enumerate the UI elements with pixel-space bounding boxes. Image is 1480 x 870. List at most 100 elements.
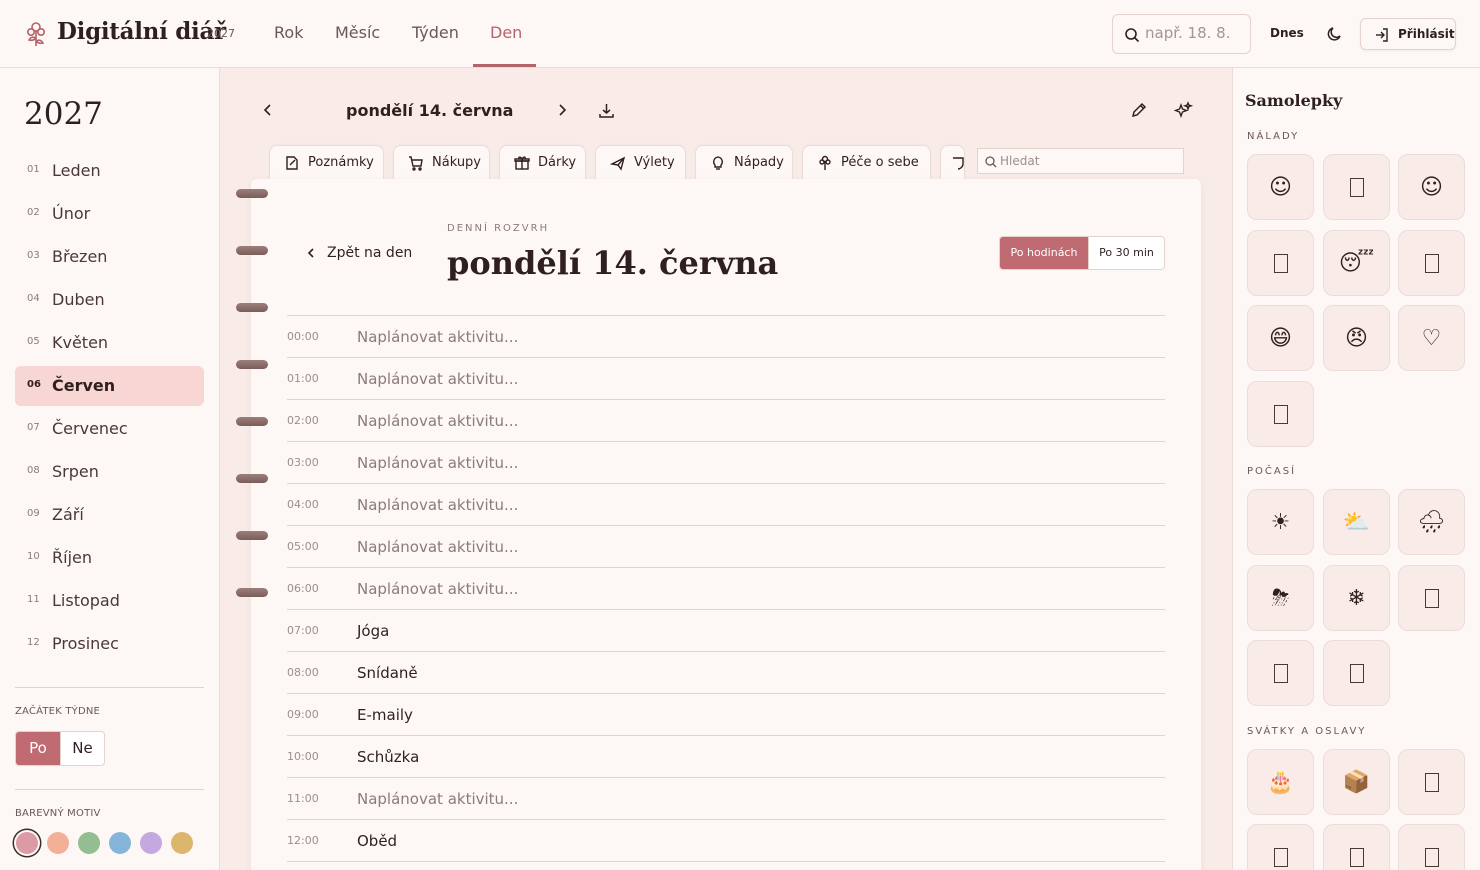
section-label-moods: NÁLADY xyxy=(1247,131,1300,142)
sticker-sparkle-icon[interactable] xyxy=(1174,101,1193,120)
login-button[interactable]: Přihlásit xyxy=(1360,18,1456,50)
activity-slot[interactable]: Naplánovat aktivitu... xyxy=(357,790,518,808)
sticker-placeholder[interactable] xyxy=(1398,565,1465,631)
sticker-placeholder[interactable] xyxy=(1398,824,1465,870)
slot-hourly-option[interactable]: Po hodinách xyxy=(1000,237,1088,269)
activity-slot[interactable]: Snídaně xyxy=(357,664,418,682)
theme-swatch-pink[interactable] xyxy=(16,832,38,854)
tab-search-input[interactable] xyxy=(1000,154,1170,168)
theme-swatch-blue[interactable] xyxy=(109,832,131,854)
activity-slot[interactable]: E-maily xyxy=(357,706,413,724)
activity-slot[interactable]: Naplánovat aktivitu... xyxy=(357,328,518,346)
sticker-placeholder[interactable] xyxy=(1323,824,1390,870)
activity-slot[interactable]: Naplánovat aktivitu... xyxy=(357,370,518,388)
sticker-placeholder[interactable] xyxy=(1398,749,1465,815)
sticker-partly-cloudy[interactable]: ⛅ xyxy=(1323,489,1390,555)
next-day-icon[interactable] xyxy=(555,103,569,117)
tab-ideas[interactable]: Nápady xyxy=(695,145,793,181)
theme-swatch-gold[interactable] xyxy=(171,832,193,854)
theme-swatch-peach[interactable] xyxy=(47,832,69,854)
prev-day-icon[interactable] xyxy=(261,103,275,117)
sticker-sun[interactable]: ☀ xyxy=(1247,489,1314,555)
sticker-placeholder[interactable] xyxy=(1247,381,1314,447)
activity-slot[interactable]: Naplánovat aktivitu... xyxy=(357,538,518,556)
search-icon xyxy=(1125,28,1140,43)
theme-swatch-green[interactable] xyxy=(78,832,100,854)
month-item-active[interactable]: 06 Červen xyxy=(15,366,204,406)
binder-ring xyxy=(236,417,268,426)
activity-slot[interactable]: Jóga xyxy=(357,622,389,640)
week-start-sunday[interactable]: Ne xyxy=(60,732,104,765)
sticker-snowflake[interactable]: ❄ xyxy=(1323,565,1390,631)
schedule-divider xyxy=(287,735,1165,736)
tab-label: Dárky xyxy=(538,155,577,170)
sticker-rain[interactable]: 🌧 xyxy=(1398,489,1465,555)
sticker-annoyed[interactable]: 😠 xyxy=(1323,305,1390,371)
sticker-placeholder[interactable] xyxy=(1247,640,1314,706)
sticker-placeholder[interactable] xyxy=(1247,824,1314,870)
tab-trips[interactable]: Výlety xyxy=(595,145,686,181)
activity-slot[interactable]: Naplánovat aktivitu... xyxy=(357,412,518,430)
slot-30min-option[interactable]: Po 30 min xyxy=(1088,237,1164,269)
activity-slot[interactable]: Naplánovat aktivitu... xyxy=(357,454,518,472)
flower-icon xyxy=(819,155,831,170)
sticker-placeholder[interactable] xyxy=(1323,154,1390,220)
tab-shopping[interactable]: Nákupy xyxy=(393,145,490,181)
note-icon xyxy=(286,156,298,170)
month-item[interactable]: 04 Duben xyxy=(15,280,204,320)
theme-swatch-lavender[interactable] xyxy=(140,832,162,854)
tab-notes[interactable]: Poznámky xyxy=(269,145,384,181)
month-item[interactable]: 12 Prosinec xyxy=(15,624,204,664)
month-number: 10 xyxy=(27,551,40,562)
time-label: 08:00 xyxy=(287,666,319,679)
moon-icon[interactable] xyxy=(1326,25,1344,43)
sticker-heart[interactable]: ♡ xyxy=(1398,305,1465,371)
month-name: Červenec xyxy=(52,419,128,438)
nav-rok[interactable]: Rok xyxy=(274,23,303,42)
month-item[interactable]: 07 Červenec xyxy=(15,409,204,449)
binder-ring xyxy=(236,303,268,312)
sticker-smile[interactable]: ☺ xyxy=(1247,154,1314,220)
activity-slot[interactable]: Naplánovat aktivitu... xyxy=(357,580,518,598)
schedule-divider xyxy=(287,441,1165,442)
date-search[interactable] xyxy=(1112,14,1251,54)
activity-slot[interactable]: Schůzka xyxy=(357,748,419,766)
cart-icon xyxy=(409,156,423,171)
nav-tyden[interactable]: Týden xyxy=(412,23,459,42)
sticker-placeholder[interactable] xyxy=(1323,640,1390,706)
nav-den[interactable]: Den xyxy=(490,23,522,42)
tab-gifts[interactable]: Dárky xyxy=(499,145,586,181)
sticker-package[interactable]: 📦 xyxy=(1323,749,1390,815)
activity-slot[interactable]: Oběd xyxy=(357,832,397,850)
day-header-date: pondělí 14. června xyxy=(346,101,514,120)
tab-more[interactable] xyxy=(940,145,965,181)
tab-self-care[interactable]: Péče o sebe xyxy=(802,145,931,181)
activity-slot[interactable]: Naplánovat aktivitu... xyxy=(357,496,518,514)
time-label: 02:00 xyxy=(287,414,319,427)
date-search-input[interactable] xyxy=(1145,24,1245,42)
time-label: 05:00 xyxy=(287,540,319,553)
month-item[interactable]: 09 Září xyxy=(15,495,204,535)
app-title: Digitální diář xyxy=(57,18,226,45)
month-item[interactable]: 02 Únor xyxy=(15,194,204,234)
month-item[interactable]: 11 Listopad xyxy=(15,581,204,621)
month-item[interactable]: 08 Srpen xyxy=(15,452,204,492)
sticker-storm[interactable]: ⛈ xyxy=(1247,565,1314,631)
sticker-cake[interactable]: 🎂 xyxy=(1247,749,1314,815)
slot-size-toggle: Po hodinách Po 30 min xyxy=(999,236,1165,270)
sticker-placeholder[interactable] xyxy=(1398,230,1465,296)
pencil-icon[interactable] xyxy=(1130,102,1147,119)
week-start-monday[interactable]: Po xyxy=(16,732,60,765)
tab-search[interactable] xyxy=(977,148,1184,174)
today-button[interactable]: Dnes xyxy=(1270,26,1304,40)
month-item[interactable]: 10 Říjen xyxy=(15,538,204,578)
sticker-sleepy[interactable]: 😴 xyxy=(1323,230,1390,296)
download-icon[interactable] xyxy=(598,102,615,119)
sticker-grin[interactable]: 😄 xyxy=(1247,305,1314,371)
month-item[interactable]: 01 Leden xyxy=(15,151,204,191)
month-item[interactable]: 03 Březen xyxy=(15,237,204,277)
month-item[interactable]: 05 Květen xyxy=(15,323,204,363)
sticker-content[interactable]: ☺ xyxy=(1398,154,1465,220)
nav-mesic[interactable]: Měsíc xyxy=(335,23,380,42)
sticker-placeholder[interactable] xyxy=(1247,230,1314,296)
